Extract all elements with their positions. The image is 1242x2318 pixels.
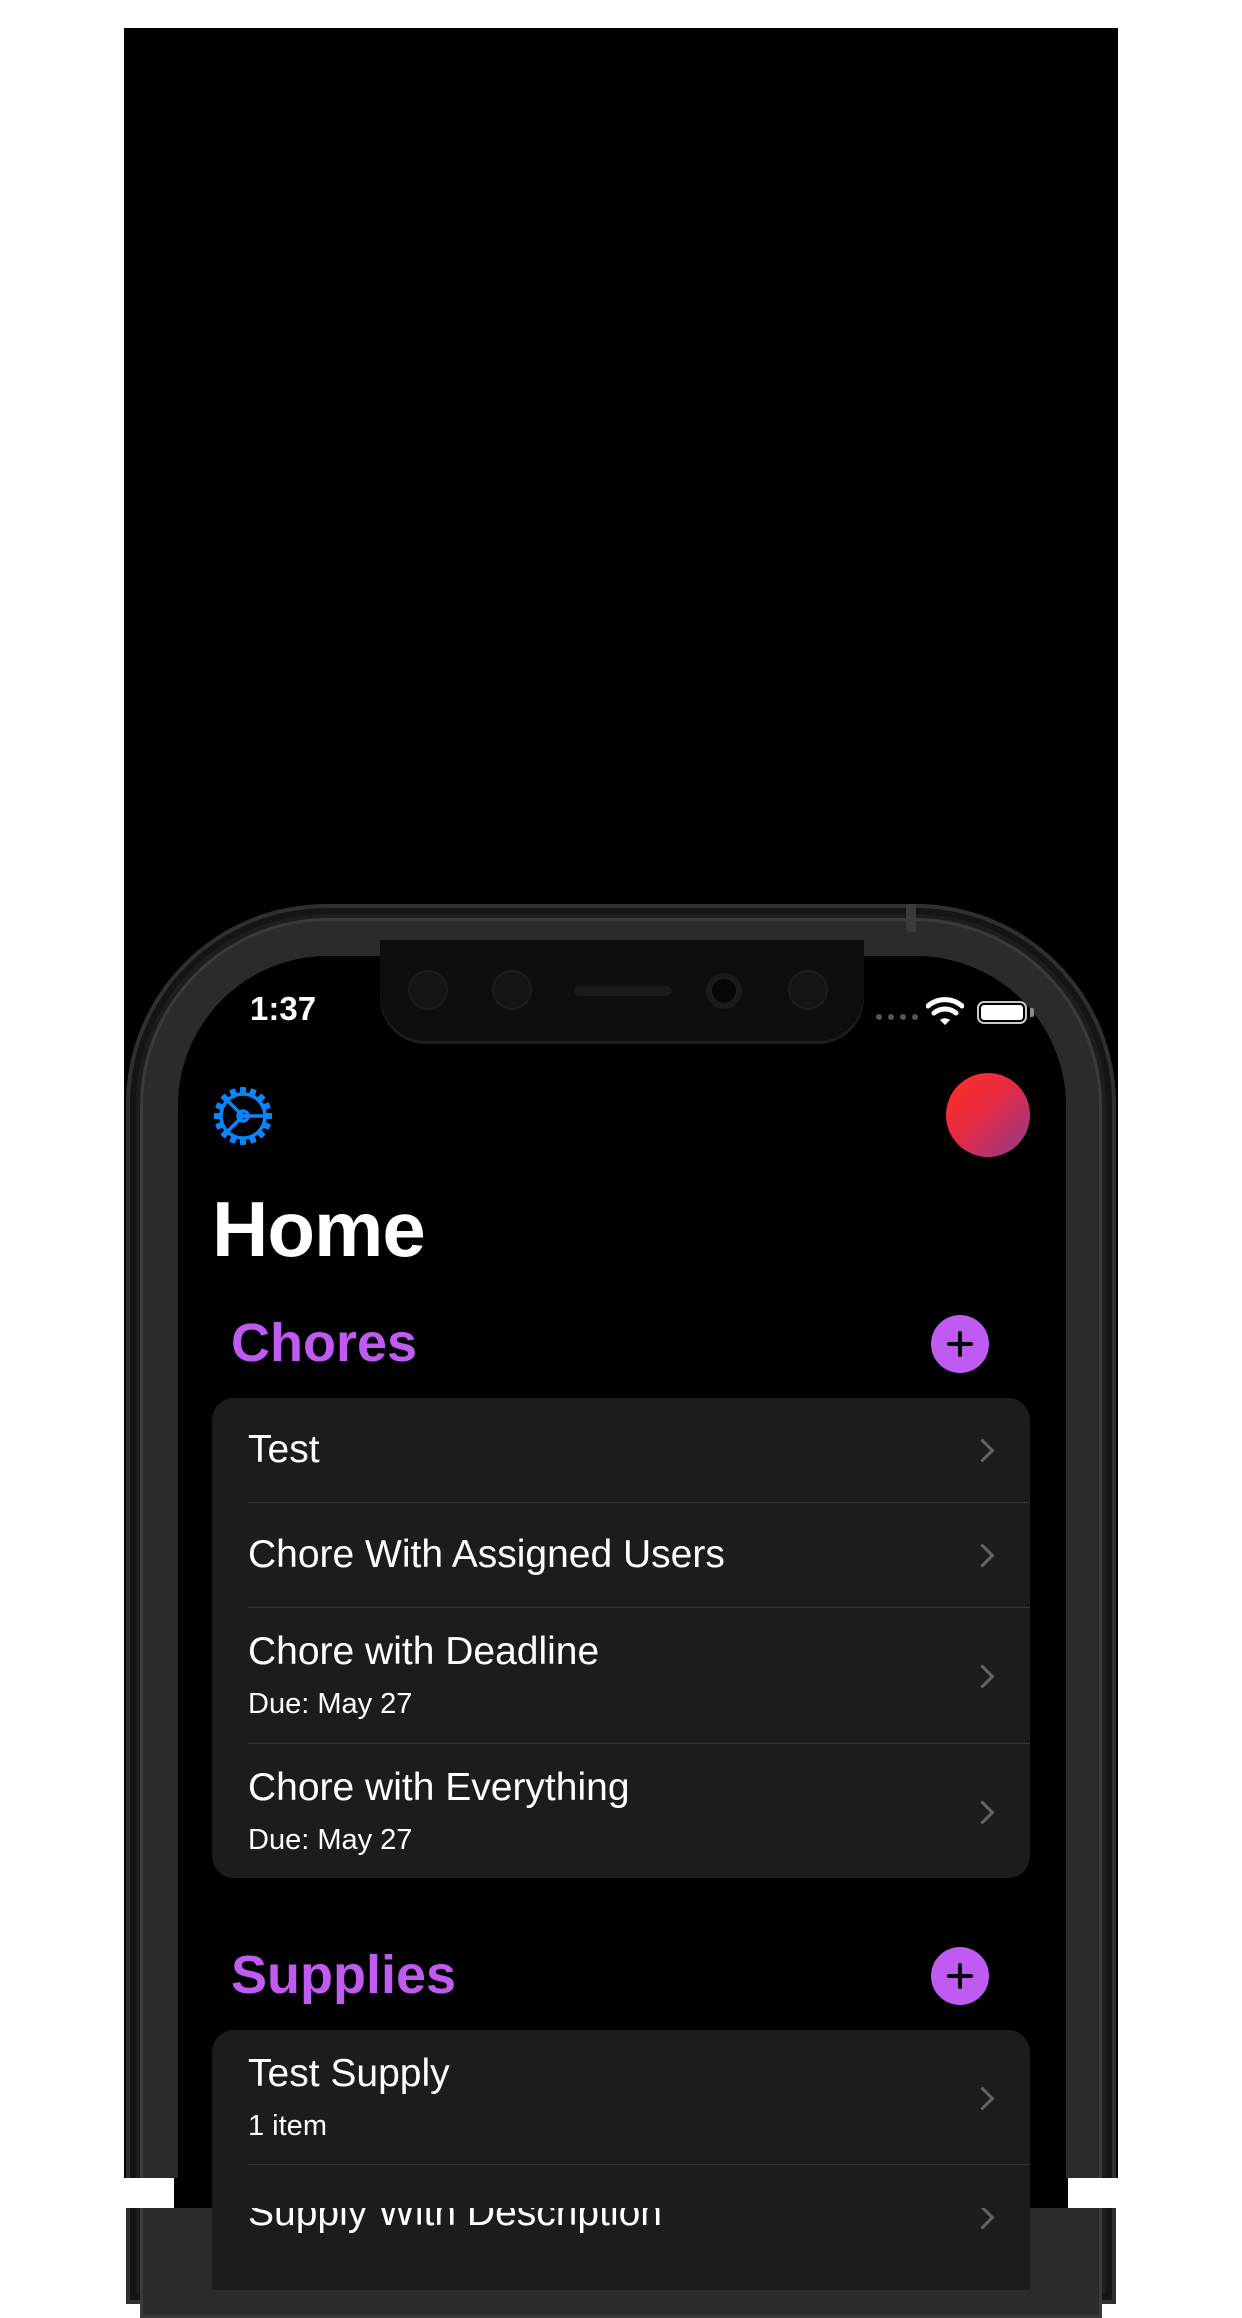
list-item[interactable]: Chore with Deadline Due: May 27 bbox=[212, 1608, 1030, 1743]
chore-title: Chore With Assigned Users bbox=[248, 1533, 725, 1576]
list-item[interactable]: Chore With Assigned Users bbox=[212, 1503, 1030, 1607]
supply-title: Test Supply bbox=[248, 2052, 450, 2095]
battery-icon bbox=[977, 1001, 1027, 1024]
chevron-right-icon bbox=[970, 1543, 995, 1568]
device-button bbox=[906, 904, 916, 932]
chore-title: Chore with Everything bbox=[248, 1766, 630, 1809]
chore-title: Chore with Deadline bbox=[248, 1630, 600, 1673]
supplies-list: Test Supply 1 item Supply With Descripti… bbox=[212, 2030, 1030, 2290]
speaker-grille bbox=[574, 986, 672, 996]
wifi-icon bbox=[926, 997, 964, 1025]
chore-due-date: Due: May 27 bbox=[248, 1688, 413, 1720]
add-chore-button[interactable] bbox=[931, 1315, 989, 1373]
list-item[interactable]: Test bbox=[212, 1398, 1030, 1502]
supplies-list-overflow bbox=[212, 2178, 1030, 2208]
chore-due-date: Due: May 27 bbox=[248, 1824, 413, 1856]
sensor-icon bbox=[492, 970, 532, 1010]
section-title-chores: Chores bbox=[231, 1313, 418, 1373]
sensor-icon bbox=[408, 970, 448, 1010]
supply-count: 1 item bbox=[248, 2110, 327, 2142]
add-supply-button[interactable] bbox=[931, 1947, 989, 2005]
list-item[interactable]: Test Supply 1 item bbox=[212, 2030, 1030, 2164]
page-title: Home bbox=[212, 1185, 426, 1273]
camera-icon bbox=[706, 973, 742, 1009]
chore-title: Test bbox=[248, 1428, 320, 1471]
battery-tip bbox=[1030, 1008, 1034, 1017]
settings-gear-icon[interactable] bbox=[212, 1085, 274, 1147]
chevron-right-icon bbox=[970, 1664, 995, 1689]
avatar[interactable] bbox=[946, 1073, 1030, 1157]
chevron-right-icon bbox=[970, 1438, 995, 1463]
device-notch bbox=[380, 940, 864, 1044]
chores-list: Test Chore With Assigned Users Chore wit… bbox=[212, 1398, 1030, 1878]
status-time: 1:37 bbox=[250, 990, 317, 1027]
chevron-right-icon bbox=[970, 2086, 995, 2111]
chevron-right-icon bbox=[970, 1800, 995, 1825]
cellular-signal-icon bbox=[876, 1014, 918, 1020]
list-item[interactable]: Chore with Everything Due: May 27 bbox=[212, 1744, 1030, 1878]
sensor-icon bbox=[788, 970, 828, 1010]
chevron-right-icon bbox=[970, 2205, 995, 2230]
section-title-supplies: Supplies bbox=[231, 1945, 457, 2005]
